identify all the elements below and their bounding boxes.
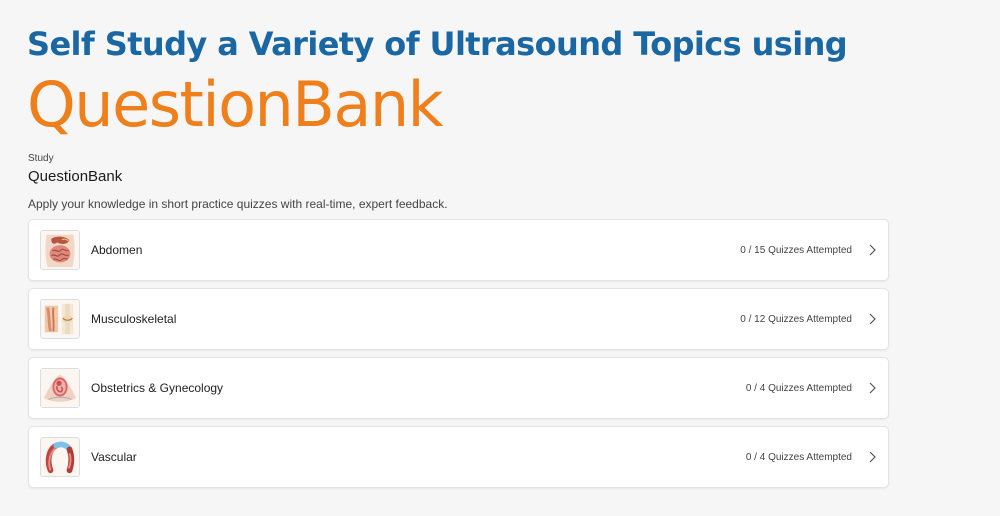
topic-progress: 0 / 4 Quizzes Attempted — [745, 451, 852, 463]
chevron-right-icon[interactable] — [864, 380, 880, 396]
hero-title: Self Study a Variety of Ultrasound Topic… — [27, 25, 848, 63]
section-header: Study QuestionBank Apply your knowledge … — [28, 152, 889, 212]
vascular-anatomy-icon — [40, 437, 80, 477]
topic-progress: 0 / 15 Quizzes Attempted — [740, 244, 852, 256]
hero-banner: Self Study a Variety of Ultrasound Topic… — [27, 24, 987, 142]
hero-brand-title: QuestionBank — [27, 68, 444, 141]
abdomen-anatomy-icon — [40, 230, 80, 270]
topic-label: Abdomen — [91, 243, 143, 257]
topic-list: Abdomen 0 / 15 Quizzes Attempted Musculo… — [28, 219, 889, 495]
chevron-right-icon[interactable] — [864, 311, 880, 327]
topic-card-vascular[interactable]: Vascular 0 / 4 Quizzes Attempted — [28, 426, 889, 488]
obstetrics-anatomy-icon — [40, 368, 80, 408]
section-title: QuestionBank — [28, 168, 123, 185]
topic-card-abdomen[interactable]: Abdomen 0 / 15 Quizzes Attempted — [28, 219, 889, 281]
topic-card-obstetrics-gynecology[interactable]: Obstetrics & Gynecology 0 / 4 Quizzes At… — [28, 357, 889, 419]
topic-progress: 0 / 4 Quizzes Attempted — [745, 382, 852, 394]
topic-label: Obstetrics & Gynecology — [91, 381, 224, 395]
topic-progress: 0 / 12 Quizzes Attempted — [740, 313, 852, 325]
section-description: Apply your knowledge in short practice q… — [28, 197, 448, 211]
section-eyebrow: Study — [28, 153, 54, 164]
topic-label: Musculoskeletal — [91, 312, 177, 326]
musculoskeletal-anatomy-icon — [40, 299, 80, 339]
topic-card-musculoskeletal[interactable]: Musculoskeletal 0 / 12 Quizzes Attempted — [28, 288, 889, 350]
chevron-right-icon[interactable] — [864, 242, 880, 258]
topic-label: Vascular — [91, 450, 137, 464]
chevron-right-icon[interactable] — [864, 449, 880, 465]
